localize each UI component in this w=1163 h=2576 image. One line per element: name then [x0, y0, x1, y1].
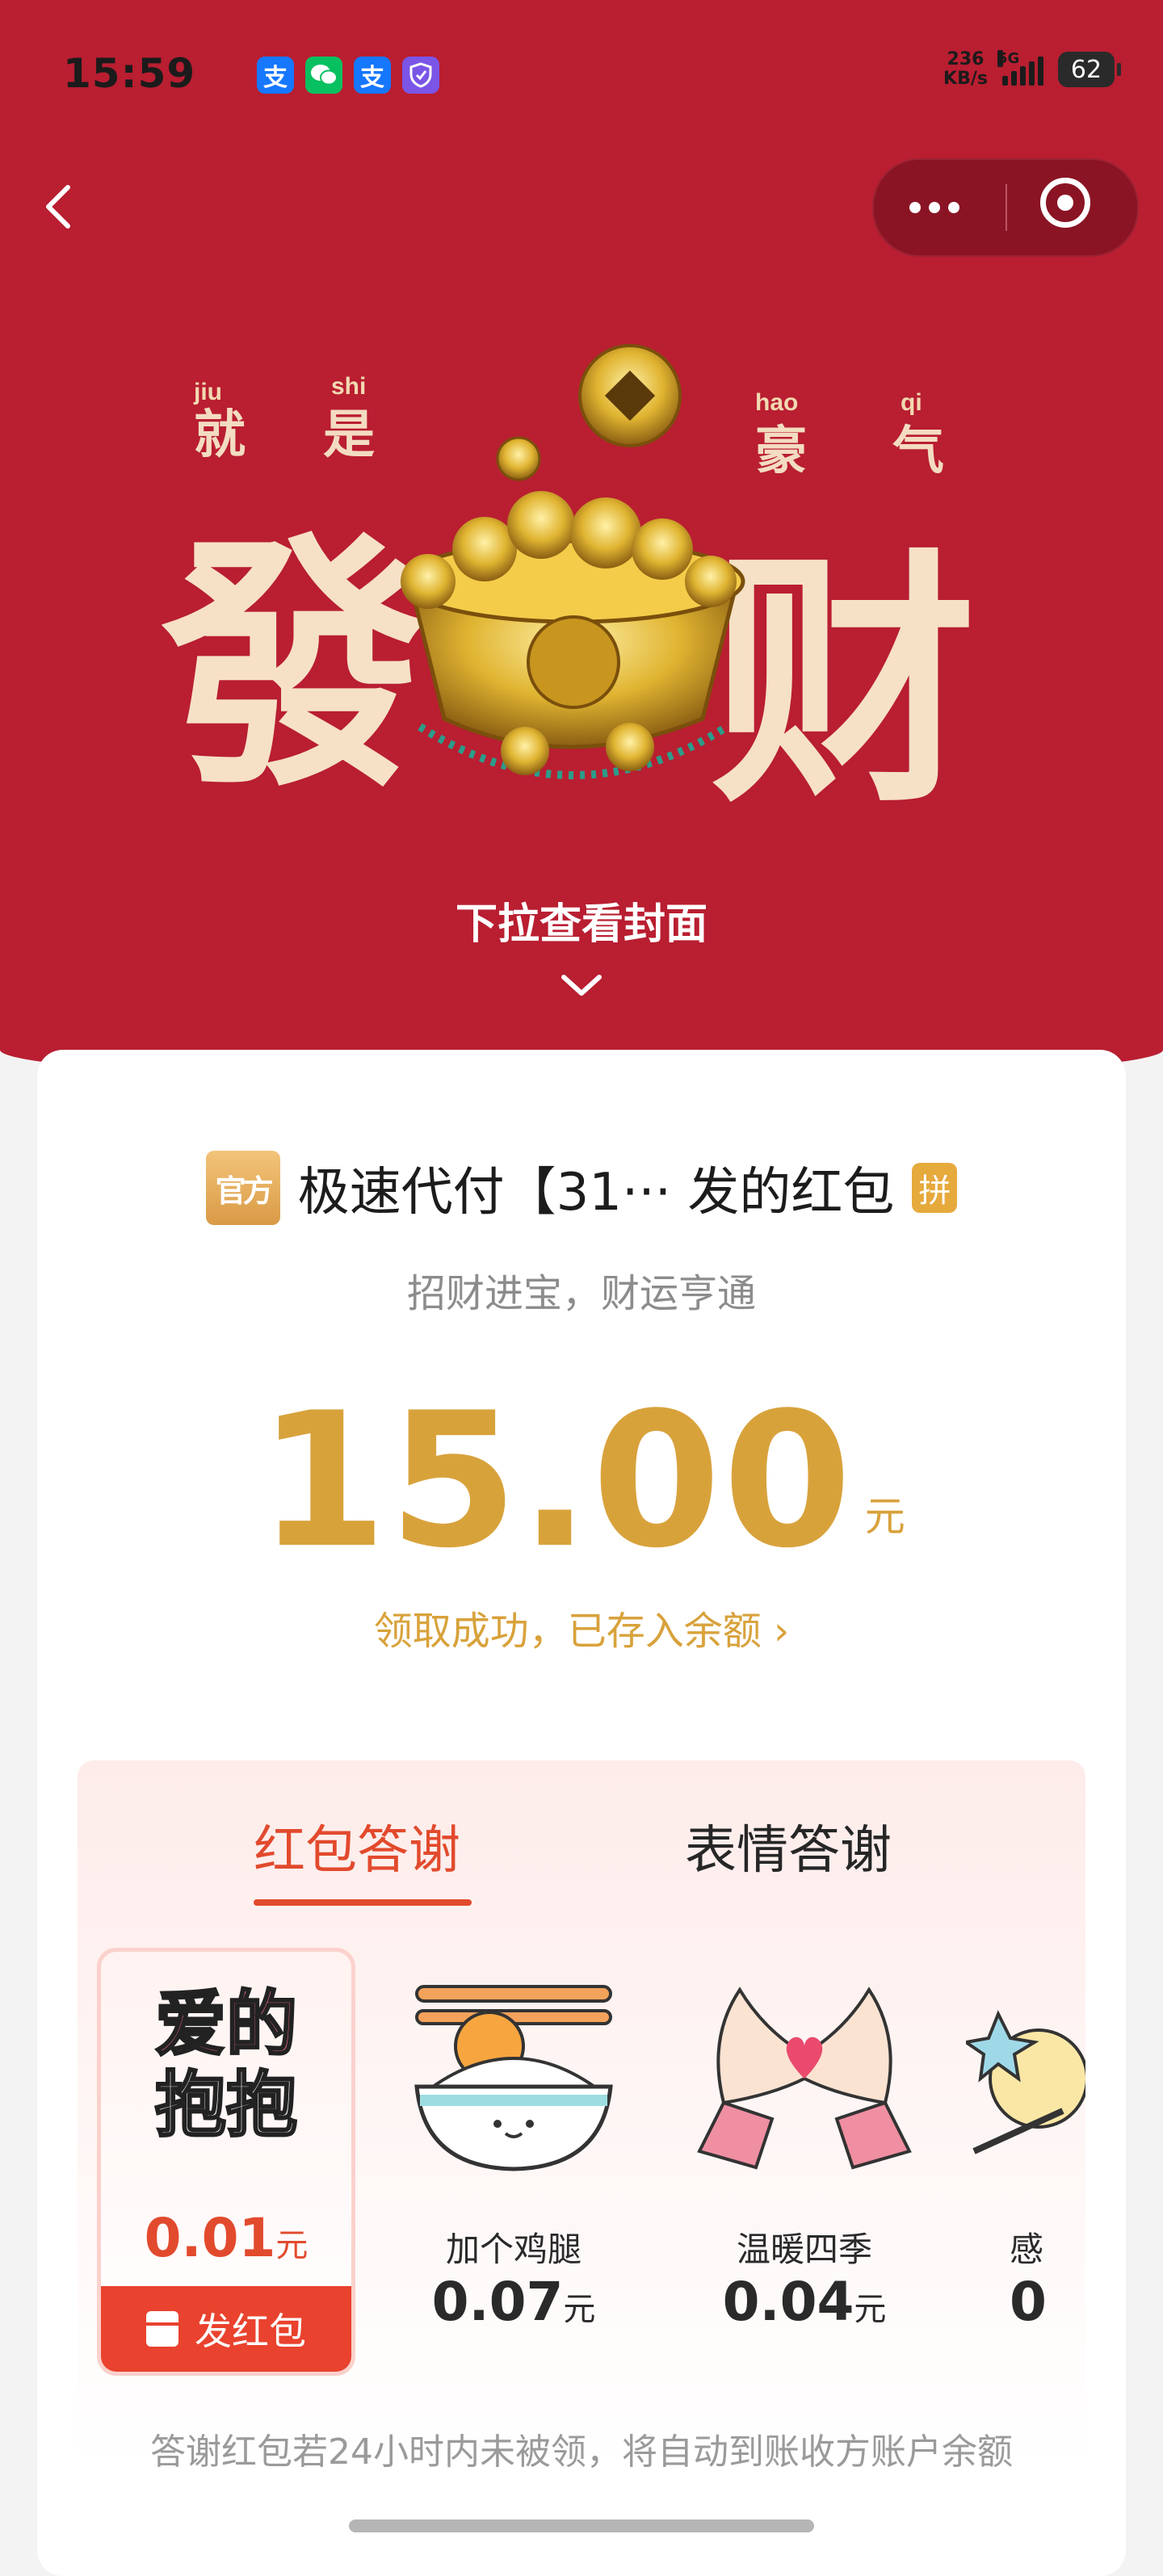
- wechat-icon: [305, 57, 342, 94]
- alipay-icon: 支: [257, 57, 294, 94]
- amount-unit: 元: [864, 1493, 905, 1540]
- item-name: 加个鸡腿: [445, 2230, 582, 2269]
- signal-icon: 5G: [997, 50, 1043, 86]
- char-jiu: 就: [194, 405, 246, 465]
- pinyin-jiu: jiu: [193, 379, 222, 405]
- chevron-down-icon: [561, 975, 602, 996]
- blessing-text: 招财进宝，财运亨通: [406, 1271, 756, 1316]
- net-speed: 236 KB/s: [943, 49, 988, 89]
- item-name: 感: [1010, 2230, 1044, 2269]
- item-price: 0.07元: [431, 2271, 596, 2333]
- status-bar: 15:59 支 支 236 KB/s 5G 62: [63, 49, 1121, 99]
- rice-bowl-icon: [414, 1985, 613, 2171]
- tab-sticker-thanks[interactable]: 表情答谢: [685, 1809, 892, 1883]
- amount: 15.00 元: [37, 1389, 1126, 1575]
- sender-name: 极速代付【31··· 发的红包: [297, 1163, 895, 1223]
- pin-badge: 拼: [912, 1163, 958, 1213]
- thanks-item-hug[interactable]: 爱的 抱抱 0.01元 发红包: [97, 1948, 355, 2376]
- thanks-item-drumstick[interactable]: 加个鸡腿 0.07元: [384, 1948, 643, 2376]
- char-hao: 豪: [755, 422, 807, 481]
- send-red-packet-button[interactable]: 发红包: [101, 2286, 351, 2372]
- svg-text:爱的: 爱的: [155, 1982, 297, 2066]
- heart-hands-icon: [697, 1987, 912, 2170]
- back-button[interactable]: [32, 170, 89, 242]
- cover-artwork: jiu shi hao qi 就 是 豪 气 發 财: [157, 344, 977, 824]
- status-app-icons: 支 支: [257, 57, 439, 94]
- treasure-bowl-icon: [401, 344, 745, 779]
- sender-row: 官方 极速代付【31··· 发的红包 拼: [37, 1151, 1126, 1225]
- pinyin-hao: hao: [755, 389, 798, 416]
- hug-sticker-icon: 爱的 抱抱: [153, 1982, 298, 2148]
- pinyin-qi: qi: [901, 389, 922, 416]
- avatar[interactable]: 官方: [205, 1151, 280, 1225]
- char-shi: 是: [323, 405, 375, 465]
- thanks-item-partial[interactable]: 感 0: [966, 1948, 1085, 2376]
- thanks-panel: 红包答谢 表情答谢 爱的 抱抱 0.01元 发红包 加个鸡腿 0.07元 温暖四…: [78, 1760, 1085, 2471]
- chevron-left-icon: [46, 185, 70, 229]
- pinyin-shi: shi: [331, 373, 366, 400]
- home-indicator[interactable]: [349, 2519, 814, 2532]
- char-cai: 财: [711, 528, 977, 824]
- shield-icon: [402, 57, 439, 94]
- svg-text:抱抱: 抱抱: [155, 2063, 297, 2146]
- item-name: 温暖四季: [736, 2230, 872, 2269]
- mini-program-capsule: [872, 158, 1139, 257]
- close-mini-program-button[interactable]: [1040, 178, 1090, 228]
- status-time: 15:59: [63, 50, 196, 97]
- char-fa: 發: [157, 512, 428, 822]
- amount-value: 15.00: [258, 1374, 854, 1589]
- thanks-note: 答谢红包若24小时内未被领，将自动到账收方账户余额: [150, 2431, 1013, 2473]
- red-packet-card: 官方 极速代付【31··· 发的红包 拼 招财进宝，财运亨通 15.00 元 领…: [37, 1050, 1126, 2576]
- char-qi: 气: [892, 422, 944, 481]
- received-balance-link[interactable]: 领取成功，已存入余额 ›: [37, 1599, 1126, 1655]
- thanks-items: 爱的 抱抱 0.01元 发红包 加个鸡腿 0.07元 温暖四季 0.04元 感 …: [78, 1948, 1085, 2384]
- thanks-item-warm-seasons[interactable]: 温暖四季 0.04元: [675, 1948, 934, 2376]
- active-tab-indicator: [254, 1899, 472, 1906]
- item-price: 0: [1010, 2271, 1047, 2333]
- alipay-icon-2: 支: [354, 57, 391, 94]
- more-menu-button[interactable]: [909, 160, 959, 255]
- tab-red-packet-thanks[interactable]: 红包答谢: [254, 1809, 460, 1883]
- pull-down-hint[interactable]: 下拉查看封面: [0, 890, 1163, 950]
- sticker-partial-icon: [966, 2010, 1085, 2154]
- red-packet-icon: [146, 2311, 178, 2347]
- battery-icon: 62: [1058, 52, 1121, 87]
- item-price: 0.04元: [722, 2271, 887, 2333]
- item-price: 0.01元: [144, 2207, 309, 2269]
